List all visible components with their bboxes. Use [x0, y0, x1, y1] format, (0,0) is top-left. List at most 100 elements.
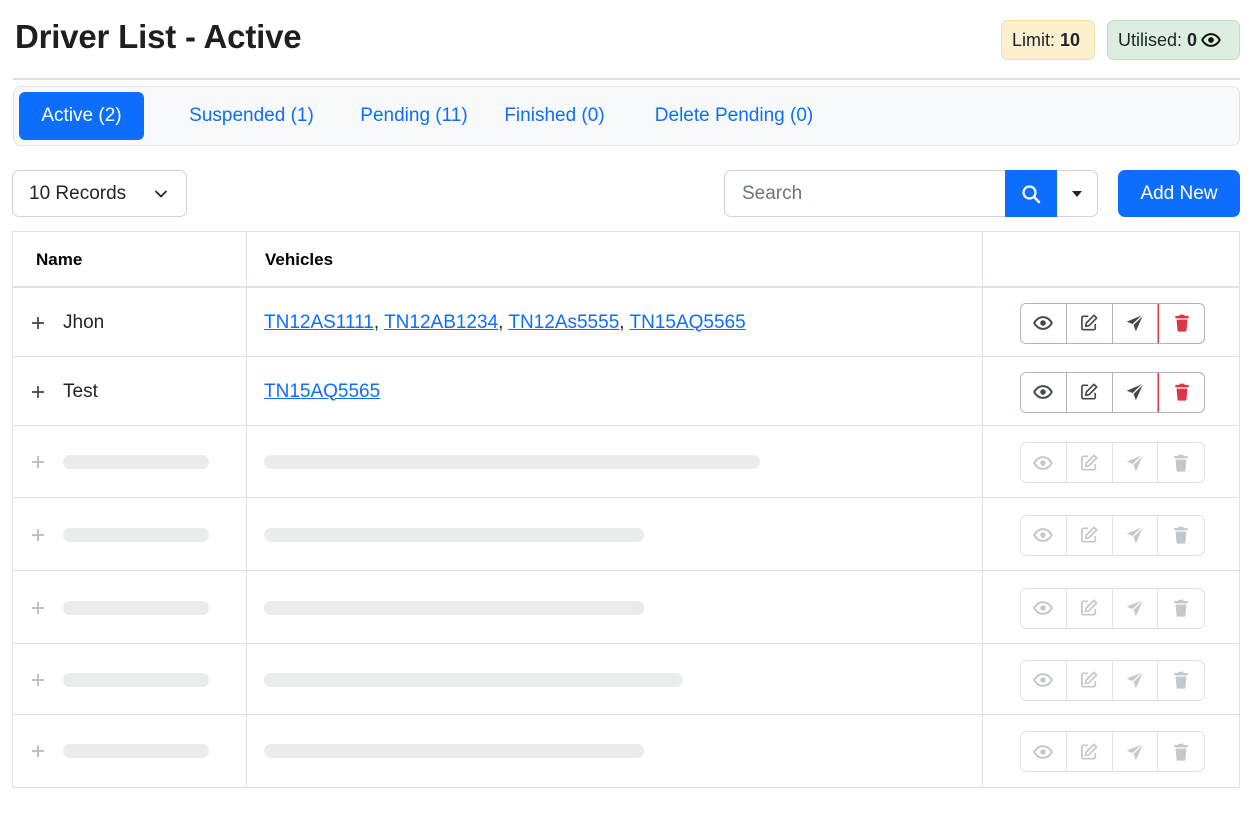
skeleton-name	[63, 672, 209, 687]
edit-icon	[1081, 671, 1098, 688]
edit-button	[1066, 515, 1113, 555]
eye-icon	[1033, 455, 1054, 470]
table-row-placeholder	[13, 644, 1239, 715]
caret-down-icon	[1072, 190, 1082, 197]
row-actions	[1020, 442, 1205, 483]
column-divider	[246, 357, 247, 425]
view-button[interactable]	[1021, 303, 1067, 343]
table-row-placeholder	[13, 571, 1239, 644]
records-select-value: 10 Records	[29, 182, 127, 204]
drivers-table: Name Vehicles Jhon TN12AS1111, TN12AB1234…	[12, 231, 1240, 788]
vehicle-link[interactable]: TN15AQ5565	[264, 381, 380, 402]
column-divider	[982, 232, 983, 286]
eye-icon	[1033, 744, 1054, 759]
search-button[interactable]	[1005, 170, 1057, 217]
tab-delete-pending[interactable]: Delete Pending (0)	[639, 92, 829, 140]
plus-icon	[32, 745, 44, 757]
status-tabs: Active (2) Suspended (1) Pending (11) Fi…	[13, 86, 1240, 146]
row-actions	[1020, 302, 1205, 344]
view-button	[1021, 443, 1067, 482]
edit-button[interactable]	[1066, 372, 1113, 412]
tab-active[interactable]: Active (2)	[19, 92, 144, 140]
search-input[interactable]	[724, 170, 1006, 217]
view-button	[1021, 660, 1067, 700]
search-options-dropdown[interactable]	[1057, 170, 1098, 217]
delete-button	[1158, 443, 1204, 482]
send-button	[1112, 732, 1159, 771]
tab-finished[interactable]: Finished (0)	[492, 92, 617, 140]
delete-button[interactable]	[1158, 303, 1204, 343]
skeleton-name	[63, 600, 209, 615]
send-icon	[1126, 526, 1144, 544]
search-icon	[1022, 184, 1041, 203]
page-title: Driver List - Active	[15, 18, 302, 55]
trash-icon	[1174, 526, 1188, 544]
eye-icon	[1033, 316, 1054, 330]
delete-button	[1158, 588, 1204, 628]
skeleton-vehicles	[264, 744, 644, 758]
skeleton-name	[63, 527, 209, 542]
table-row-placeholder	[13, 498, 1239, 571]
send-button	[1112, 515, 1159, 555]
table-row-placeholder	[13, 715, 1239, 787]
table-row: Jhon TN12AS1111, TN12AB1234, TN12As5555, …	[13, 288, 1239, 357]
vehicle-link[interactable]: TN12AB1234	[384, 312, 498, 333]
delete-button	[1158, 660, 1204, 700]
row-actions	[1020, 371, 1205, 413]
trash-icon	[1174, 454, 1188, 472]
tab-suspended[interactable]: Suspended (1)	[164, 92, 339, 140]
column-divider	[246, 426, 247, 497]
edit-icon	[1081, 526, 1098, 543]
trash-icon	[1174, 383, 1189, 401]
column-divider	[982, 426, 983, 497]
row-actions	[1020, 587, 1205, 629]
plus-icon	[32, 385, 44, 398]
column-divider	[246, 498, 247, 570]
edit-button[interactable]	[1066, 303, 1113, 343]
tab-pending[interactable]: Pending (11)	[339, 92, 489, 140]
search-group	[724, 170, 1098, 217]
view-button	[1021, 732, 1067, 771]
view-button[interactable]	[1021, 372, 1067, 412]
vehicle-list: TN12AS1111, TN12AB1234, TN12As5555, TN15…	[264, 312, 746, 334]
skeleton-vehicles	[264, 672, 683, 687]
table-row-placeholder	[13, 426, 1239, 498]
send-button	[1112, 443, 1159, 482]
vehicle-link[interactable]: TN15AQ5565	[629, 312, 745, 333]
records-per-page-select[interactable]: 10 Records	[12, 170, 187, 217]
send-icon	[1126, 314, 1144, 332]
delete-button[interactable]	[1158, 372, 1204, 412]
send-button[interactable]	[1112, 372, 1159, 412]
skeleton-vehicles	[264, 455, 760, 469]
delete-button	[1158, 732, 1204, 771]
vehicle-link[interactable]: TN12AS1111	[264, 312, 374, 333]
edit-icon	[1081, 314, 1098, 331]
send-icon	[1126, 453, 1144, 471]
send-button	[1112, 588, 1159, 628]
vehicle-list: TN15AQ5565	[264, 381, 380, 403]
plus-icon	[32, 316, 44, 329]
eye-icon	[1033, 528, 1054, 542]
eye-icon	[1033, 385, 1054, 399]
driver-name: Test	[63, 380, 98, 402]
view-button	[1021, 588, 1067, 628]
send-button[interactable]	[1112, 303, 1159, 343]
eye-icon[interactable]	[1201, 30, 1221, 50]
send-button	[1112, 660, 1159, 700]
send-icon	[1126, 742, 1144, 760]
delete-button	[1158, 515, 1204, 555]
send-icon	[1126, 671, 1144, 689]
column-header-name: Name	[36, 250, 83, 269]
row-actions	[1020, 659, 1205, 701]
limit-label: Limit:	[1012, 29, 1056, 50]
table-row: Test TN15AQ5565	[13, 357, 1239, 426]
limit-value: 10	[1060, 29, 1081, 50]
expand-row-button	[31, 528, 45, 542]
expand-row-button[interactable]	[31, 316, 45, 330]
page-header: Driver List - Active Limit: 10 Utilised:…	[13, 18, 1240, 80]
add-new-button[interactable]: Add New	[1118, 170, 1240, 217]
vehicle-link[interactable]: TN12As5555	[508, 312, 619, 333]
edit-icon	[1081, 383, 1098, 400]
view-button	[1021, 515, 1067, 555]
expand-row-button[interactable]	[31, 385, 45, 399]
